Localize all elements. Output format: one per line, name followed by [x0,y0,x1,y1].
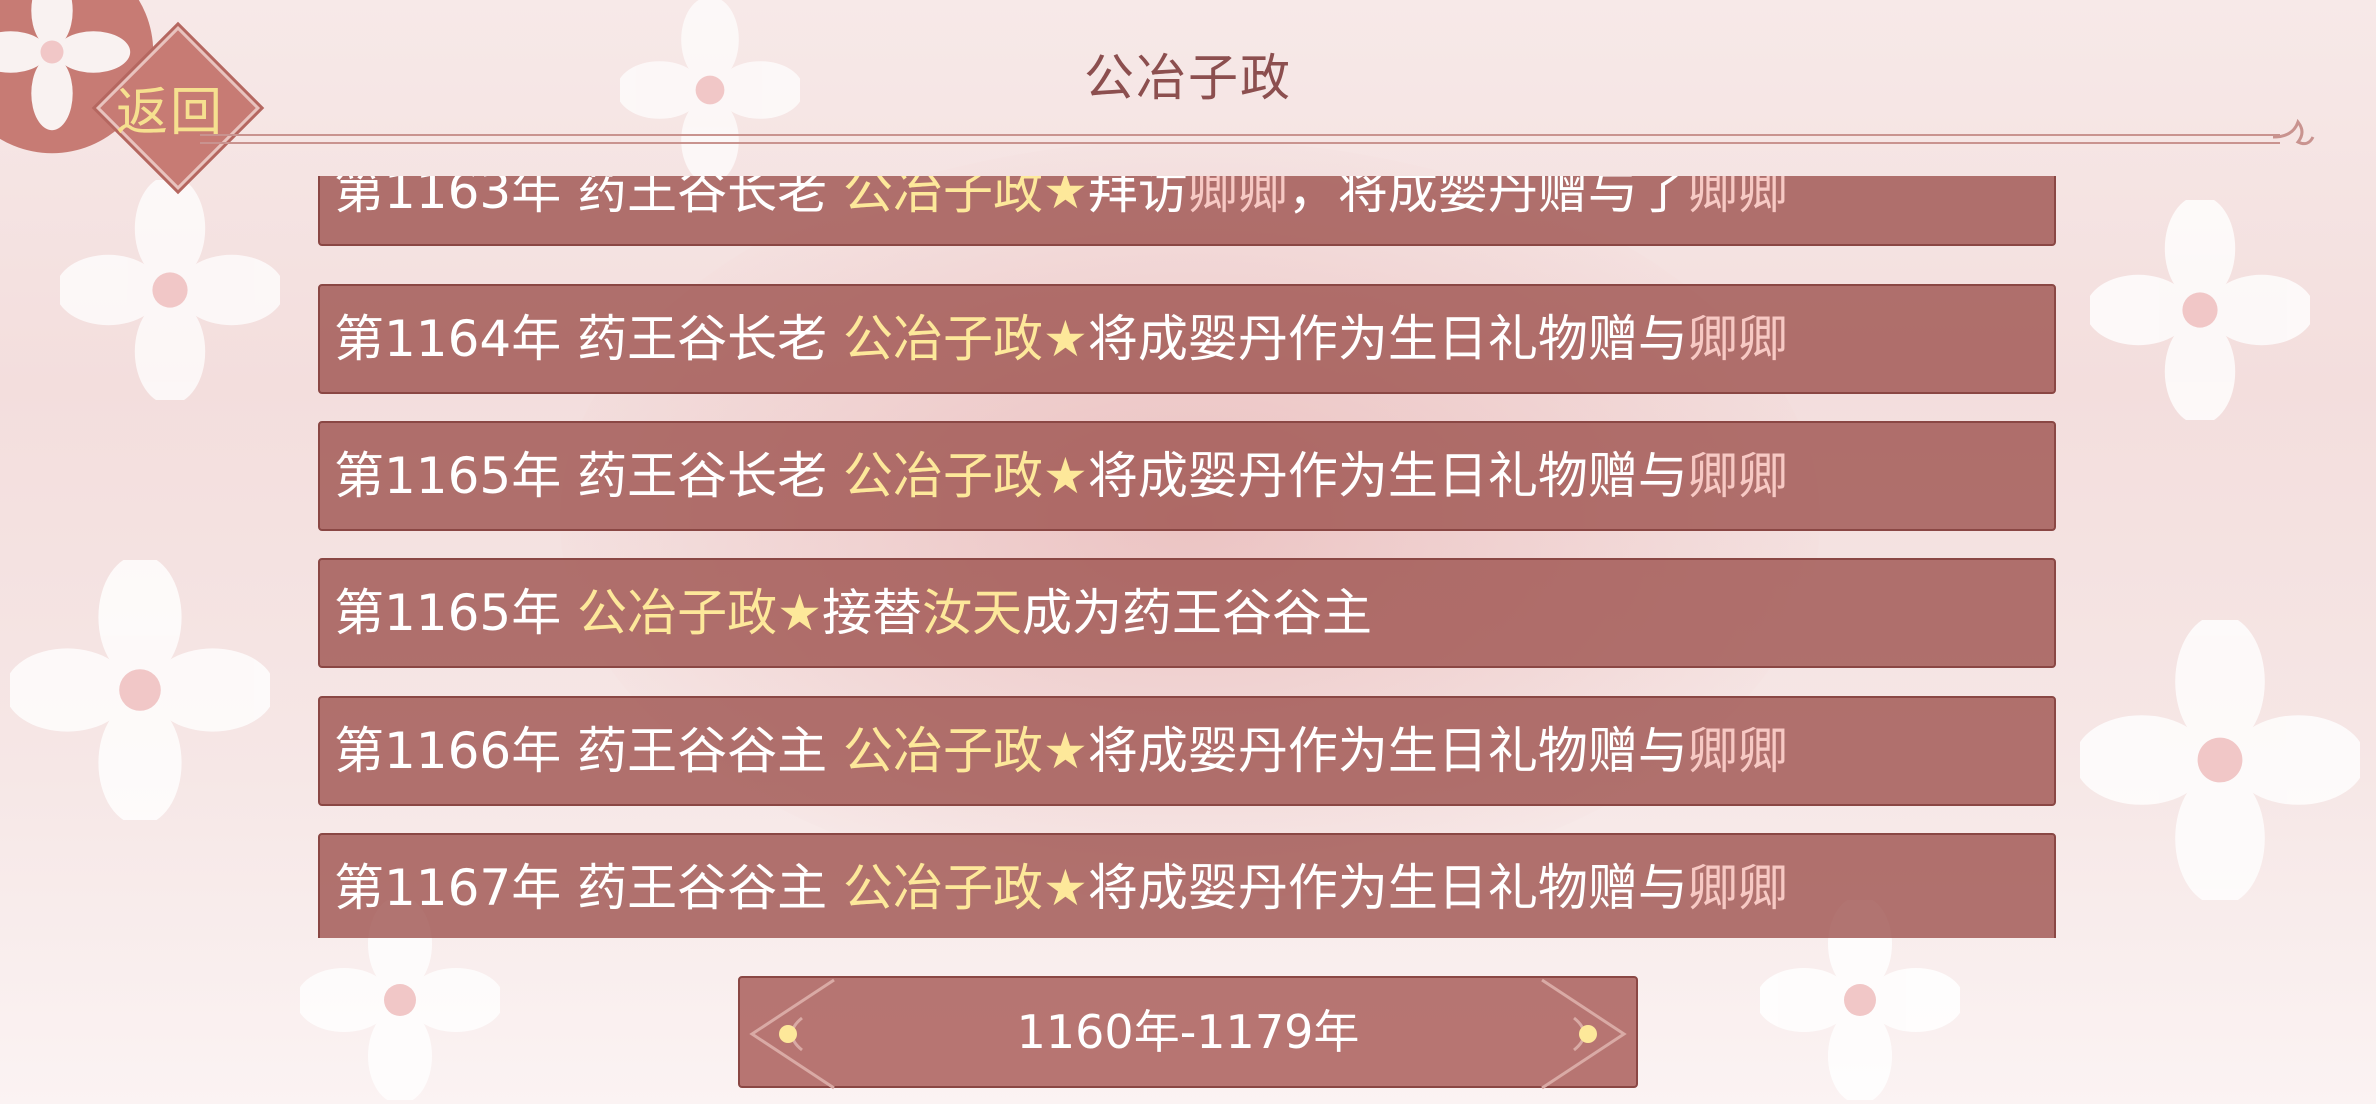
year-range-selector[interactable]: 1160年-1179年 [738,976,1638,1090]
event-text: 药王谷谷主 [561,722,844,780]
event-text: 接替 [821,584,922,642]
event-year: 第1164年 [334,310,562,368]
event-year: 第1167年 [334,859,562,917]
event-text: 药王谷长老 [561,176,844,220]
event-text: 药王谷长老 [561,447,844,505]
event-text [561,584,577,642]
player-name: 卿卿 [1687,447,1788,505]
event-text: 将成婴丹作为生日礼物赠与 [1087,722,1688,780]
flower-decoration [60,180,280,400]
event-text: 药王谷长老 [561,310,844,368]
event-list[interactable]: 第1163年 药王谷长老 公冶子政★拜访卿卿，将成婴丹赠与了卿卿 第1164年 … [316,176,2060,938]
player-name: 卿卿 [1687,722,1788,780]
character-name: 公冶子政★ [843,176,1088,220]
event-row[interactable]: 第1167年 药王谷谷主 公冶子政★将成婴丹作为生日礼物赠与卿卿 [318,833,2056,938]
event-year: 第1165年 [334,447,562,505]
event-text: 将成婴丹作为生日礼物赠与 [1087,310,1688,368]
year-range-label: 1160年-1179年 [1016,1005,1360,1059]
player-name: 卿卿 [1687,176,1788,220]
event-row[interactable]: 第1166年 药王谷谷主 公冶子政★将成婴丹作为生日礼物赠与卿卿 [318,696,2056,806]
player-name: 卿卿 [1687,859,1788,917]
player-name: 卿卿 [1187,176,1288,220]
event-row[interactable]: 第1163年 药王谷长老 公冶子政★拜访卿卿，将成婴丹赠与了卿卿 [318,176,2056,246]
player-name: 卿卿 [1687,310,1788,368]
event-row[interactable]: 第1165年 药王谷长老 公冶子政★将成婴丹作为生日礼物赠与卿卿 [318,421,2056,531]
character-name: 公冶子政★ [843,310,1088,368]
event-text: 拜访 [1087,176,1188,220]
flower-decoration [2090,200,2310,420]
event-text: 将成婴丹作为生日礼物赠与 [1087,859,1688,917]
divider-ornament-icon [2268,112,2318,162]
character-name: 公冶子政★ [843,447,1088,505]
character-name: 汝天 [921,584,1022,642]
event-row[interactable]: 第1164年 药王谷长老 公冶子政★将成婴丹作为生日礼物赠与卿卿 [318,284,2056,394]
event-year: 第1163年 [334,176,562,220]
event-year: 第1165年 [334,584,562,642]
character-name: 公冶子政★ [577,584,822,642]
event-text: ，将成婴丹赠与了 [1287,176,1688,220]
title-divider [200,134,2280,144]
event-text: 成为药王谷谷主 [1021,584,1372,642]
flower-decoration [10,560,270,820]
flower-decoration [2080,620,2360,900]
event-year: 第1166年 [334,722,562,780]
character-name: 公冶子政★ [843,722,1088,780]
character-name: 公冶子政★ [843,859,1088,917]
event-text: 将成婴丹作为生日礼物赠与 [1087,447,1688,505]
page-title: 公冶子政 [1084,49,1292,107]
event-row[interactable]: 第1165年 公冶子政★接替汝天成为药王谷谷主 [318,558,2056,668]
right-arrow-ornament-icon[interactable] [1534,978,1634,1090]
event-text: 药王谷谷主 [561,859,844,917]
